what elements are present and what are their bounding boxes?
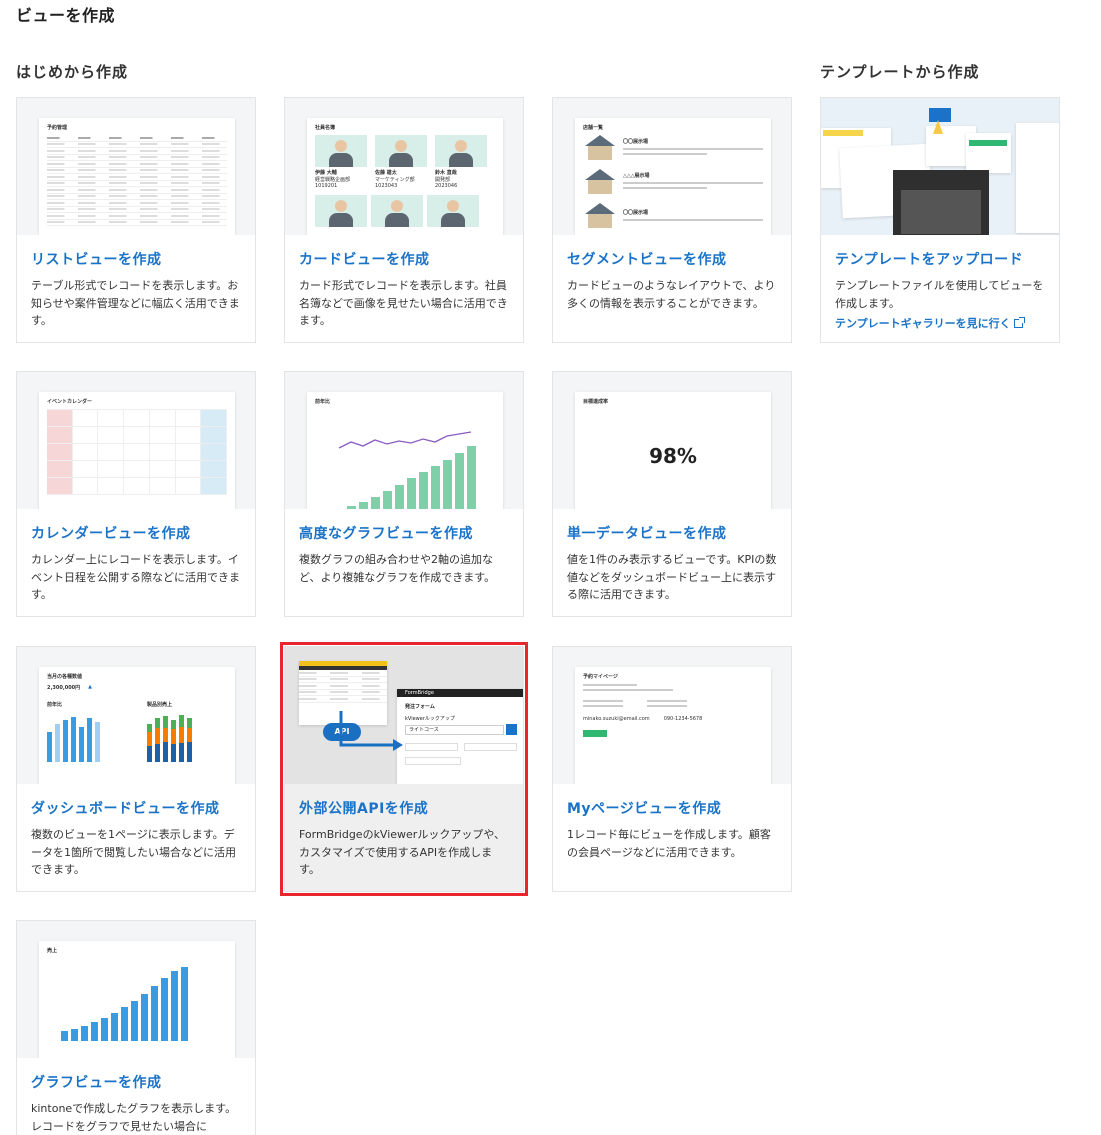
graph-view-preview: 売上 <box>17 921 255 1058</box>
line-series <box>338 431 472 449</box>
store-name: △△△展示場 <box>623 173 650 179</box>
page-title: ビューを作成 <box>16 6 116 25</box>
template-gallery-link-label: テンプレートギャラリーを見に行く <box>835 317 1011 330</box>
dashboard-preview: 当月の各種数値 2,300,000円 ▲ 前年比 製品別売上 <box>17 647 255 784</box>
preview-heading: 社員名簿 <box>315 125 336 131</box>
store-name: 〇〇展示場 <box>623 209 649 216</box>
card-title[interactable]: 外部公開APIを作成 <box>299 798 509 818</box>
card-title[interactable]: テンプレートをアップロード <box>835 249 1045 269</box>
card-single-data-view[interactable]: 目標達成率 98% 単一データビューを作成 値を1件のみ表示するビューです。KP… <box>552 371 792 617</box>
person-id: 1019201 <box>315 183 338 189</box>
arrow-icon <box>339 711 403 751</box>
house-image <box>583 135 617 161</box>
card-description: 1レコード毎にビューを作成します。顧客の会員ページなどに活用できます。 <box>567 828 771 859</box>
list-view-preview: 予約管理 <box>17 98 255 235</box>
card-template-upload[interactable]: テンプレートをアップロード テンプレートファイルを使用してビューを作成します。 … <box>820 97 1060 343</box>
person-dept: 経営戦略企画部 <box>315 177 351 183</box>
card-title[interactable]: カードビューを作成 <box>299 249 509 269</box>
person-photo <box>435 135 487 167</box>
house-image <box>583 169 617 195</box>
person-name: 鈴木 直哉 <box>435 170 457 176</box>
person-id: 2023046 <box>435 183 458 189</box>
person-photo <box>371 195 423 227</box>
card-title[interactable]: セグメントビューを作成 <box>567 249 777 269</box>
card-list-view[interactable]: 予約管理 リストビューを作成 テーブル形式でレコードを表示します。お知らせや案件… <box>16 97 256 343</box>
section-title-template: テンプレートから作成 <box>820 63 980 81</box>
kpi-value: 98% <box>649 444 697 468</box>
card-calendar-view[interactable]: イベントカレンダー カレンダービューを作成 カレンダー上にレコードを表示します。… <box>16 371 256 617</box>
bar-series <box>47 712 127 762</box>
form-title: 発注フォーム <box>405 704 435 710</box>
person-name: 佐藤 雄太 <box>375 170 397 176</box>
card-view-preview: 社員名簿 伊藤 大輔 経営戦略企画部 1019201 佐藤 雄太 マーケティング部 10… <box>285 98 523 235</box>
card-description: kintoneで作成したグラフを表示します。レコードをグラフで見せたい場合に <box>31 1102 237 1133</box>
preview-heading: 前年比 <box>315 399 331 405</box>
template-collage-preview <box>821 98 1059 235</box>
section-title-scratch: はじめから作成 <box>16 63 129 81</box>
card-mypage-view[interactable]: 予約マイページ minako.suzuki@email.com 090-1234-… <box>552 646 792 892</box>
formbridge-brand: FormBridge <box>397 689 523 697</box>
external-link-icon <box>1013 316 1025 328</box>
person-dept: 開発部 <box>435 177 451 183</box>
single-data-preview: 目標達成率 98% <box>553 372 791 509</box>
card-description: テンプレートファイルを使用してビューを作成します。 <box>835 279 1044 310</box>
person-photo <box>315 135 367 167</box>
card-segment-view[interactable]: 店舗一覧 〇〇展示場 △△△展示場 〇〇展示場 セグメントビューを作成 カードビ… <box>552 97 792 343</box>
kpi-value: 2,300,000円 <box>47 685 81 691</box>
preview-heading: 店舗一覧 <box>583 125 604 131</box>
preview-heading: 売上 <box>47 948 58 954</box>
card-description: カード形式でレコードを表示します。社員名簿などで画像を見せたい場合に活用できます… <box>299 279 508 327</box>
card-description: 複数グラフの組み合わせや2軸の追加など、より複雑なグラフを作成できます。 <box>299 553 496 584</box>
phone-value: 090-1234-5678 <box>663 716 703 722</box>
card-title[interactable]: ダッシュボードビューを作成 <box>31 798 241 818</box>
advanced-graph-preview: 前年比 <box>285 372 523 509</box>
person-name: 伊藤 大輔 <box>315 170 337 176</box>
house-image <box>583 203 617 229</box>
stacked-bar-series <box>147 712 227 762</box>
template-gallery-link[interactable]: テンプレートギャラリーを見に行く <box>835 315 1025 331</box>
subchart-title: 製品別売上 <box>147 702 173 708</box>
external-api-preview: FormBridge 発注フォーム kViewerルックアップ ライトコース A… <box>285 647 523 784</box>
card-graph-view[interactable]: 売上 グラフビューを作成 kintoneで作成したグラフを表示します。レコードを… <box>16 920 256 1135</box>
card-card-view[interactable]: 社員名簿 伊藤 大輔 経営戦略企画部 1019201 佐藤 雄太 マーケティング部 10… <box>284 97 524 343</box>
calendar-grid <box>47 409 227 495</box>
card-title[interactable]: グラフビューを作成 <box>31 1072 241 1092</box>
person-photo <box>427 195 479 227</box>
preview-heading: イベントカレンダー <box>47 399 93 405</box>
card-external-api[interactable]: FormBridge 発注フォーム kViewerルックアップ ライトコース A… <box>280 642 528 896</box>
card-description: 複数のビューを1ページに表示します。データを1箇所で閲覧したい場合などに活用でき… <box>31 828 236 876</box>
lookup-input: ライトコース <box>405 724 504 735</box>
lookup-label: kViewerルックアップ <box>405 716 455 722</box>
email-value: minako.suzuki@email.com <box>583 716 650 722</box>
preview-heading: 予約管理 <box>47 125 68 131</box>
person-photo <box>315 195 367 227</box>
calendar-view-preview: イベントカレンダー <box>17 372 255 509</box>
person-id: 1023043 <box>375 183 398 189</box>
preview-heading: 当月の各種数値 <box>47 674 83 680</box>
person-dept: マーケティング部 <box>375 177 415 183</box>
mypage-preview: 予約マイページ minako.suzuki@email.com 090-1234-… <box>553 647 791 784</box>
card-description: 値を1件のみ表示するビューです。KPIの数値などをダッシュボードビュー上に表示す… <box>567 553 777 601</box>
card-title[interactable]: Myページビューを作成 <box>567 798 777 818</box>
store-name: 〇〇展示場 <box>623 139 649 145</box>
card-advanced-graph-view[interactable]: 前年比 高度なグラフビューを作成 複数グラフの組み合わせや2軸の追加など、より複… <box>284 371 524 617</box>
preview-heading: 目標達成率 <box>583 399 609 405</box>
card-description: カレンダー上にレコードを表示します。イベント日程を公開する際などに活用できます。 <box>31 553 240 601</box>
card-title[interactable]: カレンダービューを作成 <box>31 523 241 543</box>
card-description: カードビューのようなレイアウトで、より多くの情報を表示することができます。 <box>567 279 776 310</box>
search-icon <box>506 724 517 735</box>
card-title[interactable]: 高度なグラフビューを作成 <box>299 523 509 543</box>
segment-view-preview: 店舗一覧 〇〇展示場 △△△展示場 〇〇展示場 <box>553 98 791 235</box>
card-description: FormBridgeのkViewerルックアップや、カスタマイズで使用するAPI… <box>299 828 505 876</box>
action-button <box>583 730 607 737</box>
card-title[interactable]: リストビューを作成 <box>31 249 241 269</box>
card-description: テーブル形式でレコードを表示します。お知らせや案件管理などに幅広く活用できます。 <box>31 279 240 327</box>
person-photo <box>375 135 427 167</box>
preview-heading: 予約マイページ <box>583 674 618 680</box>
bar-series <box>61 961 188 1041</box>
subchart-title: 前年比 <box>47 702 63 708</box>
card-title[interactable]: 単一データビューを作成 <box>567 523 777 543</box>
card-dashboard-view[interactable]: 当月の各種数値 2,300,000円 ▲ 前年比 製品別売上 ダッシュボードビュ… <box>16 646 256 892</box>
